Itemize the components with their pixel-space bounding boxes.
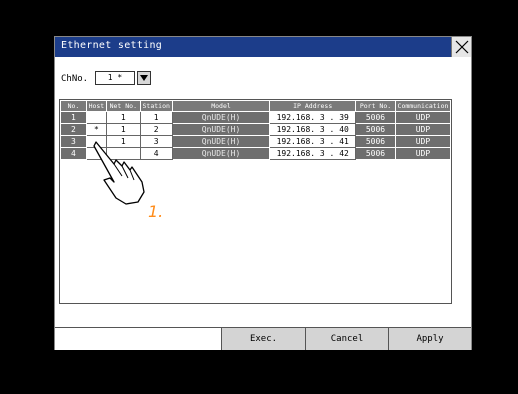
cell-net-no[interactable]: 1 xyxy=(105,111,141,124)
cell-model[interactable]: QnUDE(H) xyxy=(171,123,271,136)
header-port-no: Port No. xyxy=(355,100,396,112)
cancel-button[interactable]: Cancel xyxy=(305,328,388,350)
header-no: No. xyxy=(60,100,87,112)
cell-communication[interactable]: UDP xyxy=(394,135,452,148)
dropdown-arrow-icon xyxy=(140,75,148,81)
pointing-hand-icon xyxy=(93,141,145,205)
cell-port-no[interactable]: 5006 xyxy=(355,111,396,124)
cell-port-no[interactable]: 5006 xyxy=(355,123,396,136)
header-net-no: Net No. xyxy=(105,100,141,112)
exec-button[interactable]: Exec. xyxy=(221,328,305,350)
channel-dropdown-button[interactable] xyxy=(137,71,151,85)
cell-station[interactable]: 1 xyxy=(139,111,173,124)
title-bar: Ethernet setting xyxy=(55,37,471,57)
table-row[interactable]: 1 1 1 QnUDE(H) 192.168. 3 . 39 5006 UDP xyxy=(60,111,452,124)
cell-communication[interactable]: UDP xyxy=(394,111,452,124)
header-station: Station xyxy=(139,100,173,112)
cell-communication[interactable]: UDP xyxy=(394,123,452,136)
header-communication: Communication xyxy=(394,100,452,112)
cell-no: 4 xyxy=(60,147,87,160)
cell-host[interactable]: * xyxy=(85,123,107,136)
cell-port-no[interactable]: 5006 xyxy=(355,147,396,160)
header-ip-address: IP Address xyxy=(269,100,357,112)
channel-select[interactable]: 1 * xyxy=(95,71,135,85)
cell-no: 3 xyxy=(60,135,87,148)
header-model: Model xyxy=(171,100,271,112)
apply-button[interactable]: Apply xyxy=(388,328,471,350)
cell-port-no[interactable]: 5006 xyxy=(355,135,396,148)
cell-model[interactable]: QnUDE(H) xyxy=(171,111,271,124)
cell-model[interactable]: QnUDE(H) xyxy=(171,135,271,148)
cell-host[interactable] xyxy=(85,111,107,124)
window-title: Ethernet setting xyxy=(61,40,163,51)
header-host: Host xyxy=(85,100,107,112)
cell-communication[interactable]: UDP xyxy=(394,147,452,160)
cell-model[interactable]: QnUDE(H) xyxy=(171,147,271,160)
cell-ip-address[interactable]: 192.168. 3 . 39 xyxy=(269,111,357,124)
cell-no: 1 xyxy=(60,111,87,124)
status-area xyxy=(55,328,221,350)
cell-net-no[interactable]: 1 xyxy=(105,123,141,136)
cell-ip-address[interactable]: 192.168. 3 . 40 xyxy=(269,123,357,136)
cell-ip-address[interactable]: 192.168. 3 . 42 xyxy=(269,147,357,160)
table-header-row: No. Host Net No. Station Model IP Addres… xyxy=(60,100,452,112)
table-row[interactable]: 2 * 1 2 QnUDE(H) 192.168. 3 . 40 5006 UD… xyxy=(60,123,452,136)
cell-ip-address[interactable]: 192.168. 3 . 41 xyxy=(269,135,357,148)
cell-station[interactable]: 2 xyxy=(139,123,173,136)
close-button[interactable] xyxy=(451,37,471,57)
cell-no: 2 xyxy=(60,123,87,136)
close-icon xyxy=(455,40,469,54)
step-number-label: 1. xyxy=(148,202,164,221)
channel-label: ChNo. xyxy=(61,74,89,84)
button-bar: Exec. Cancel Apply xyxy=(55,327,471,350)
